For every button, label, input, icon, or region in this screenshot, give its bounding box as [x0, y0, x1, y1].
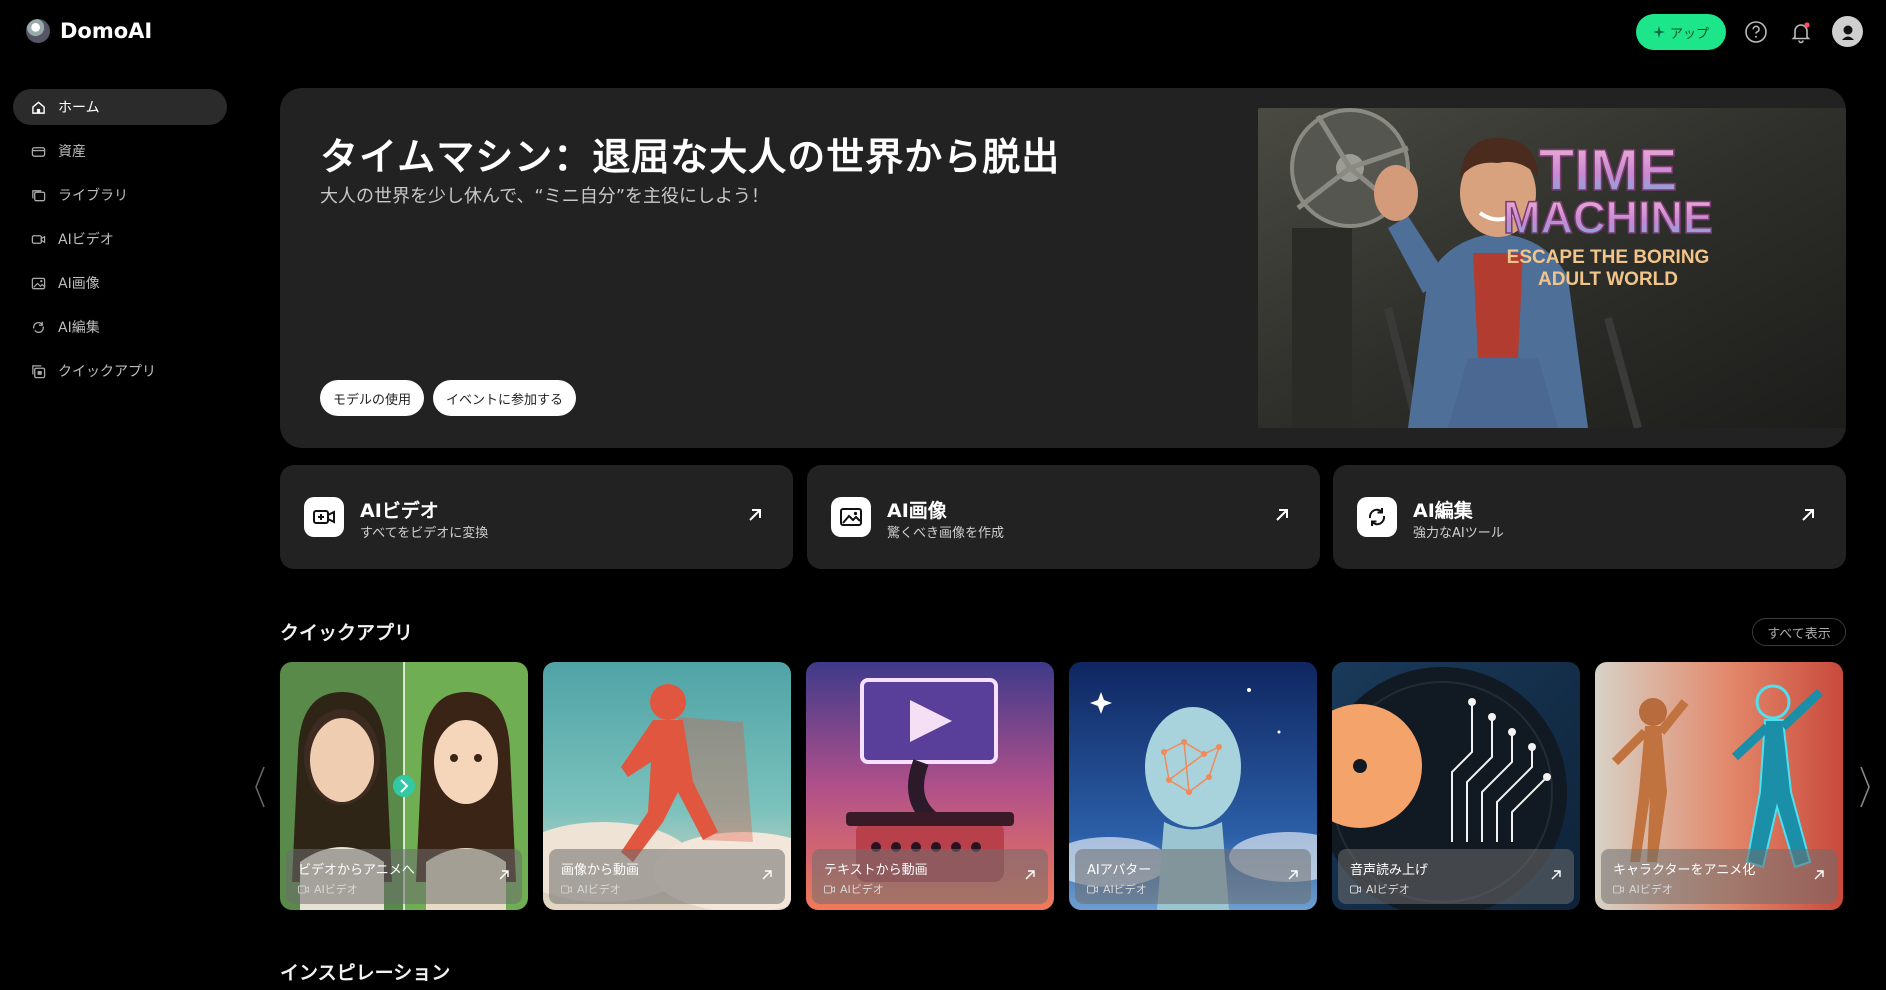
sidebar-item-label: AI編集 [58, 320, 100, 336]
video-icon [561, 885, 572, 893]
sidebar-item-label: AIビデオ [58, 232, 114, 248]
hero-title: タイムマシン：退屈な大人の世界から脱出 [320, 135, 1061, 179]
sidebar-item-label: クイックアプリ [58, 364, 156, 380]
arrow-up-right-icon [1814, 870, 1824, 880]
quick-app-icon [32, 364, 46, 378]
edit-icon [33, 321, 44, 333]
quick-apps-carousel: ビデオからアニメへ AIビデオ 画像から動画 AIビデオ テキストから動画 AI… [280, 662, 1843, 910]
arrow-up-right-icon [1288, 870, 1298, 880]
assets-icon [31, 146, 46, 157]
sidebar-item-library[interactable]: ライブラリ [13, 177, 227, 213]
quick-app-card-text-to-video[interactable]: テキストから動画 AIビデオ [806, 662, 1054, 910]
sparkle-icon [1652, 26, 1665, 38]
art-title-line2: MACHINE [1503, 192, 1713, 243]
brand-name: DomoAI [60, 19, 153, 43]
arrow-up-right-icon [762, 870, 772, 880]
arrow-up-right-icon [1025, 870, 1035, 880]
sidebar-item-assets[interactable]: 資産 [13, 133, 227, 169]
hero-subtitle: 大人の世界を少し休んで、“ミニ自分”を主役にしよう！ [320, 186, 770, 207]
quick-app-name: AIアバター [1087, 863, 1152, 878]
quick-app-card-animate-character[interactable]: キャラクターをアニメ化 AIビデオ [1595, 662, 1843, 910]
arrow-up-right-icon [749, 509, 761, 521]
logo-icon [26, 19, 50, 43]
feature-subtitle: 驚くべき画像を作成 [887, 526, 1005, 541]
brand-logo[interactable]: DomoAI [26, 19, 152, 43]
feature-title: AIビデオ [360, 500, 439, 522]
quick-app-tag: AIビデオ [1629, 883, 1673, 896]
upgrade-button[interactable]: アップ [1636, 14, 1726, 50]
video-icon [298, 885, 309, 893]
feature-card-ai-image[interactable]: AI画像 驚くべき画像を作成 [807, 465, 1320, 569]
sidebar: ホーム 資産 ライブラリ AIビデオ AI画像 AI編集 クイックアプリ [13, 89, 227, 397]
video-icon [1087, 885, 1098, 893]
use-model-button[interactable]: モデルの使用 [320, 380, 425, 416]
sidebar-item-label: ホーム [58, 100, 100, 116]
quick-app-card-image-to-video[interactable]: 画像から動画 AIビデオ [543, 662, 791, 910]
art-subtitle-line1: ESCAPE THE BORING [1507, 247, 1710, 268]
edit-refresh-icon [1357, 497, 1397, 537]
quick-app-tag: AIビデオ [577, 883, 621, 896]
video-icon [824, 885, 835, 893]
feature-card-ai-video[interactable]: AIビデオ すべてをビデオに変換 [280, 465, 793, 569]
chevron-left-icon[interactable] [253, 765, 267, 809]
feature-subtitle: すべてをビデオに変換 [360, 526, 489, 541]
quick-app-tag: AIビデオ [314, 883, 358, 896]
feature-subtitle: 強力なAIツール [1413, 526, 1504, 541]
quick-app-tag: AIビデオ [1103, 883, 1147, 896]
avatar[interactable] [1832, 16, 1863, 47]
sidebar-item-quick-apps[interactable]: クイックアプリ [13, 353, 227, 389]
chevron-right-icon[interactable] [1858, 765, 1872, 809]
join-event-button[interactable]: イベントに参加する [433, 380, 577, 416]
sidebar-item-label: AI画像 [58, 276, 100, 292]
quick-app-name: キャラクターをアニメ化 [1613, 863, 1756, 878]
sidebar-item-ai-video[interactable]: AIビデオ [13, 221, 227, 257]
feature-title: AI編集 [1413, 500, 1473, 522]
sidebar-item-label: 資産 [58, 144, 86, 160]
quick-apps-title: クイックアプリ [280, 622, 414, 644]
quick-app-tag: AIビデオ [1366, 883, 1410, 896]
sidebar-item-ai-image[interactable]: AI画像 [13, 265, 227, 301]
video-camera-icon [304, 497, 344, 537]
image-icon [31, 277, 46, 289]
quick-app-name: 画像から動画 [561, 863, 640, 878]
upgrade-label: アップ [1669, 26, 1709, 42]
quick-app-name: ビデオからアニメへ [298, 863, 415, 878]
feature-card-ai-edit[interactable]: AI編集 強力なAIツール [1333, 465, 1846, 569]
quick-app-label: 音声読み上げ AIビデオ [1338, 849, 1574, 904]
feature-title: AI画像 [887, 500, 947, 522]
quick-app-card-ai-avatar[interactable]: AIアバター AIビデオ [1069, 662, 1317, 910]
inspiration-title: インスピレーション [280, 962, 451, 984]
art-subtitle-line2: ADULT WORLD [1538, 269, 1678, 290]
quick-app-label: キャラクターをアニメ化 AIビデオ [1601, 849, 1837, 904]
quick-app-tag: AIビデオ [840, 883, 884, 896]
quick-app-name: テキストから動画 [824, 863, 928, 878]
hero-image: TIME MACHINE ESCAPE THE BORING ADULT WOR… [1258, 108, 1846, 428]
help-icon[interactable] [1742, 18, 1770, 46]
quick-app-card-video-to-anime[interactable]: ビデオからアニメへ AIビデオ [280, 662, 528, 910]
video-icon [1350, 885, 1361, 893]
quick-app-label: テキストから動画 AIビデオ [812, 849, 1048, 904]
arrow-up-right-icon [1551, 870, 1561, 880]
arrow-up-right-icon [1802, 509, 1814, 521]
library-icon [32, 189, 46, 201]
quick-app-name: 音声読み上げ [1350, 863, 1429, 878]
show-all-button[interactable]: すべて表示 [1752, 618, 1846, 646]
sidebar-item-ai-edit[interactable]: AI編集 [13, 309, 227, 345]
quick-app-card-text-to-speech[interactable]: 音声読み上げ AIビデオ [1332, 662, 1580, 910]
quick-app-label: ビデオからアニメへ AIビデオ [286, 849, 522, 904]
quick-app-label: 画像から動画 AIビデオ [549, 849, 785, 904]
arrow-up-right-icon [499, 870, 509, 880]
home-icon [32, 100, 45, 114]
video-icon [31, 234, 46, 244]
bell-icon[interactable] [1787, 18, 1815, 46]
picture-icon [831, 497, 871, 537]
arrow-up-right-icon [1276, 509, 1288, 521]
hero-banner[interactable]: タイムマシン：退屈な大人の世界から脱出 大人の世界を少し休んで、“ミニ自分”を主… [280, 88, 1846, 448]
sidebar-item-label: ライブラリ [58, 188, 128, 204]
quick-app-label: AIアバター AIビデオ [1075, 849, 1311, 904]
sidebar-item-home[interactable]: ホーム [13, 89, 227, 125]
video-icon [1613, 885, 1624, 893]
